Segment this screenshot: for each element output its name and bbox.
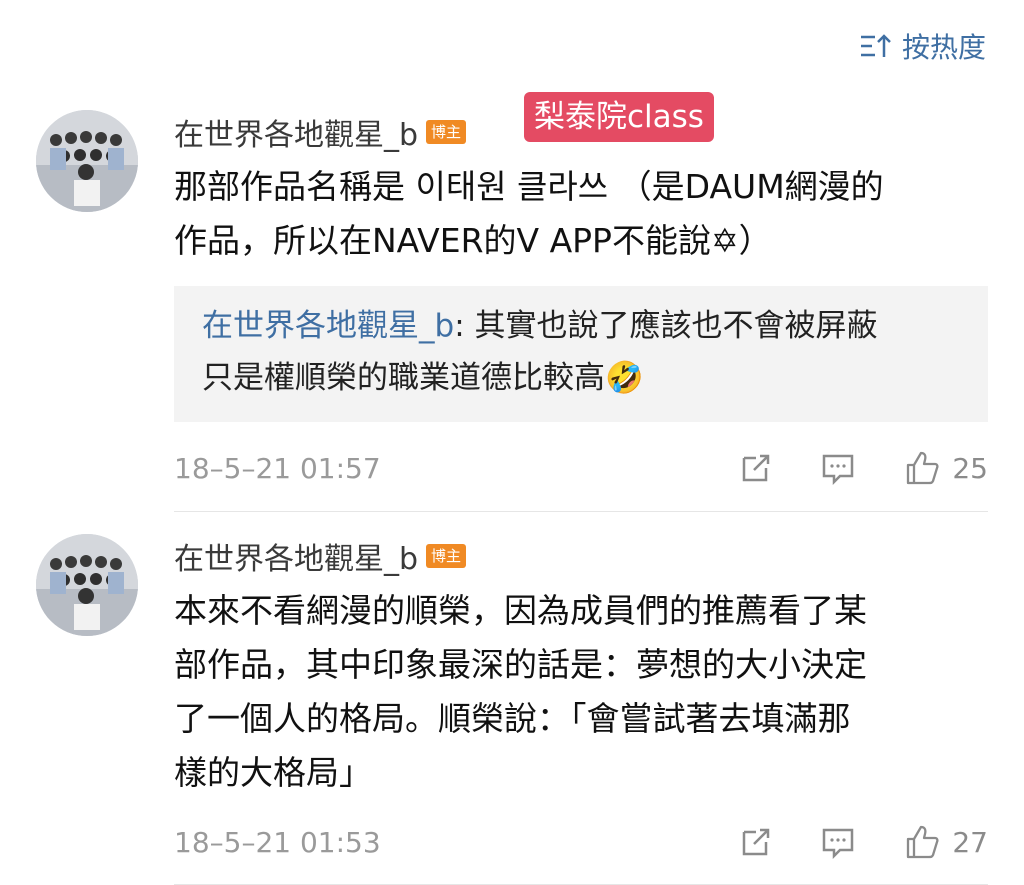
comment-content: 在世界各地觀星_b 博主 那部作品名稱是 이태원 클라쓰 （是DAUM網漫的 作… <box>174 110 988 492</box>
like-button[interactable]: 27 <box>904 824 988 860</box>
comment-text: 本來不看網漫的順榮，因為成員們的推薦看了某 部作品，其中印象最深的話是：夢想的大… <box>174 584 988 800</box>
reply-sep: : <box>454 308 475 344</box>
avatar[interactable] <box>36 534 138 636</box>
comment-text-line: 本來不看網漫的順榮，因為成員們的推薦看了某 <box>174 591 867 630</box>
reply-text: 其實也說了應該也不會被屏蔽 <box>474 308 878 344</box>
share-icon <box>743 454 770 482</box>
author-badge: 博主 <box>426 544 467 568</box>
comment-content: 在世界各地觀星_b 博主 本來不看網漫的順榮，因為成員們的推薦看了某 部作品，其… <box>174 534 988 866</box>
comment-text-line: 那部作品名稱是 이태원 클라쓰 （是DAUM網漫的 <box>174 167 884 206</box>
avatar[interactable] <box>36 110 138 212</box>
reply-box[interactable]: 在世界各地觀星_b: 其實也說了應該也不會被屏蔽 只是權順榮的職業道德比較高🤣 <box>174 286 988 422</box>
comment-button[interactable] <box>820 450 856 486</box>
like-button[interactable]: 25 <box>904 450 988 486</box>
like-count: 25 <box>952 451 988 485</box>
comment-time: 18–5–21 01:53 <box>174 825 381 859</box>
thumbs-up-icon <box>907 451 939 485</box>
comment-time: 18–5–21 01:57 <box>174 451 381 485</box>
comment-text-line: 了一個人的格局。順榮說：「會嘗試著去填滿那 <box>174 699 851 738</box>
comment-text: 那部作品名稱是 이태원 클라쓰 （是DAUM網漫的 作品，所以在NAVER的V … <box>174 160 988 268</box>
comment-icon <box>823 828 854 860</box>
author-name[interactable]: 在世界各地觀星_b <box>174 110 418 154</box>
author-row: 在世界各地觀星_b 博主 <box>174 534 988 578</box>
comment-meta: 18–5–21 01:53 27 <box>174 818 988 866</box>
comment-meta: 18–5–21 01:57 25 <box>174 444 988 492</box>
author-row: 在世界各地觀星_b 博主 <box>174 110 988 154</box>
share-icon <box>743 828 770 856</box>
sort-button[interactable]: 按热度 <box>860 26 986 66</box>
author-name[interactable]: 在世界各地觀星_b <box>174 534 418 578</box>
thumbs-up-icon <box>907 825 939 859</box>
author-badge: 博主 <box>426 120 467 144</box>
share-button[interactable] <box>738 824 774 860</box>
comment-text-line: 部作品，其中印象最深的話是：夢想的大小決定 <box>174 645 867 684</box>
reply-text-line2: 只是權順榮的職業道德比較高🤣 <box>202 360 644 396</box>
like-count: 27 <box>952 825 988 859</box>
sort-label: 按热度 <box>901 31 986 64</box>
reply-author[interactable]: 在世界各地觀星_b <box>202 308 454 344</box>
comment-text-line: 作品，所以在NAVER的V APP不能說✡︎） <box>174 221 772 260</box>
comment-text-line: 樣的大格局」 <box>174 753 372 792</box>
sort-lines-icon <box>860 34 891 57</box>
share-button[interactable] <box>738 450 774 486</box>
divider <box>174 511 988 512</box>
comment-icon <box>823 454 854 486</box>
comment-button[interactable] <box>820 824 856 860</box>
